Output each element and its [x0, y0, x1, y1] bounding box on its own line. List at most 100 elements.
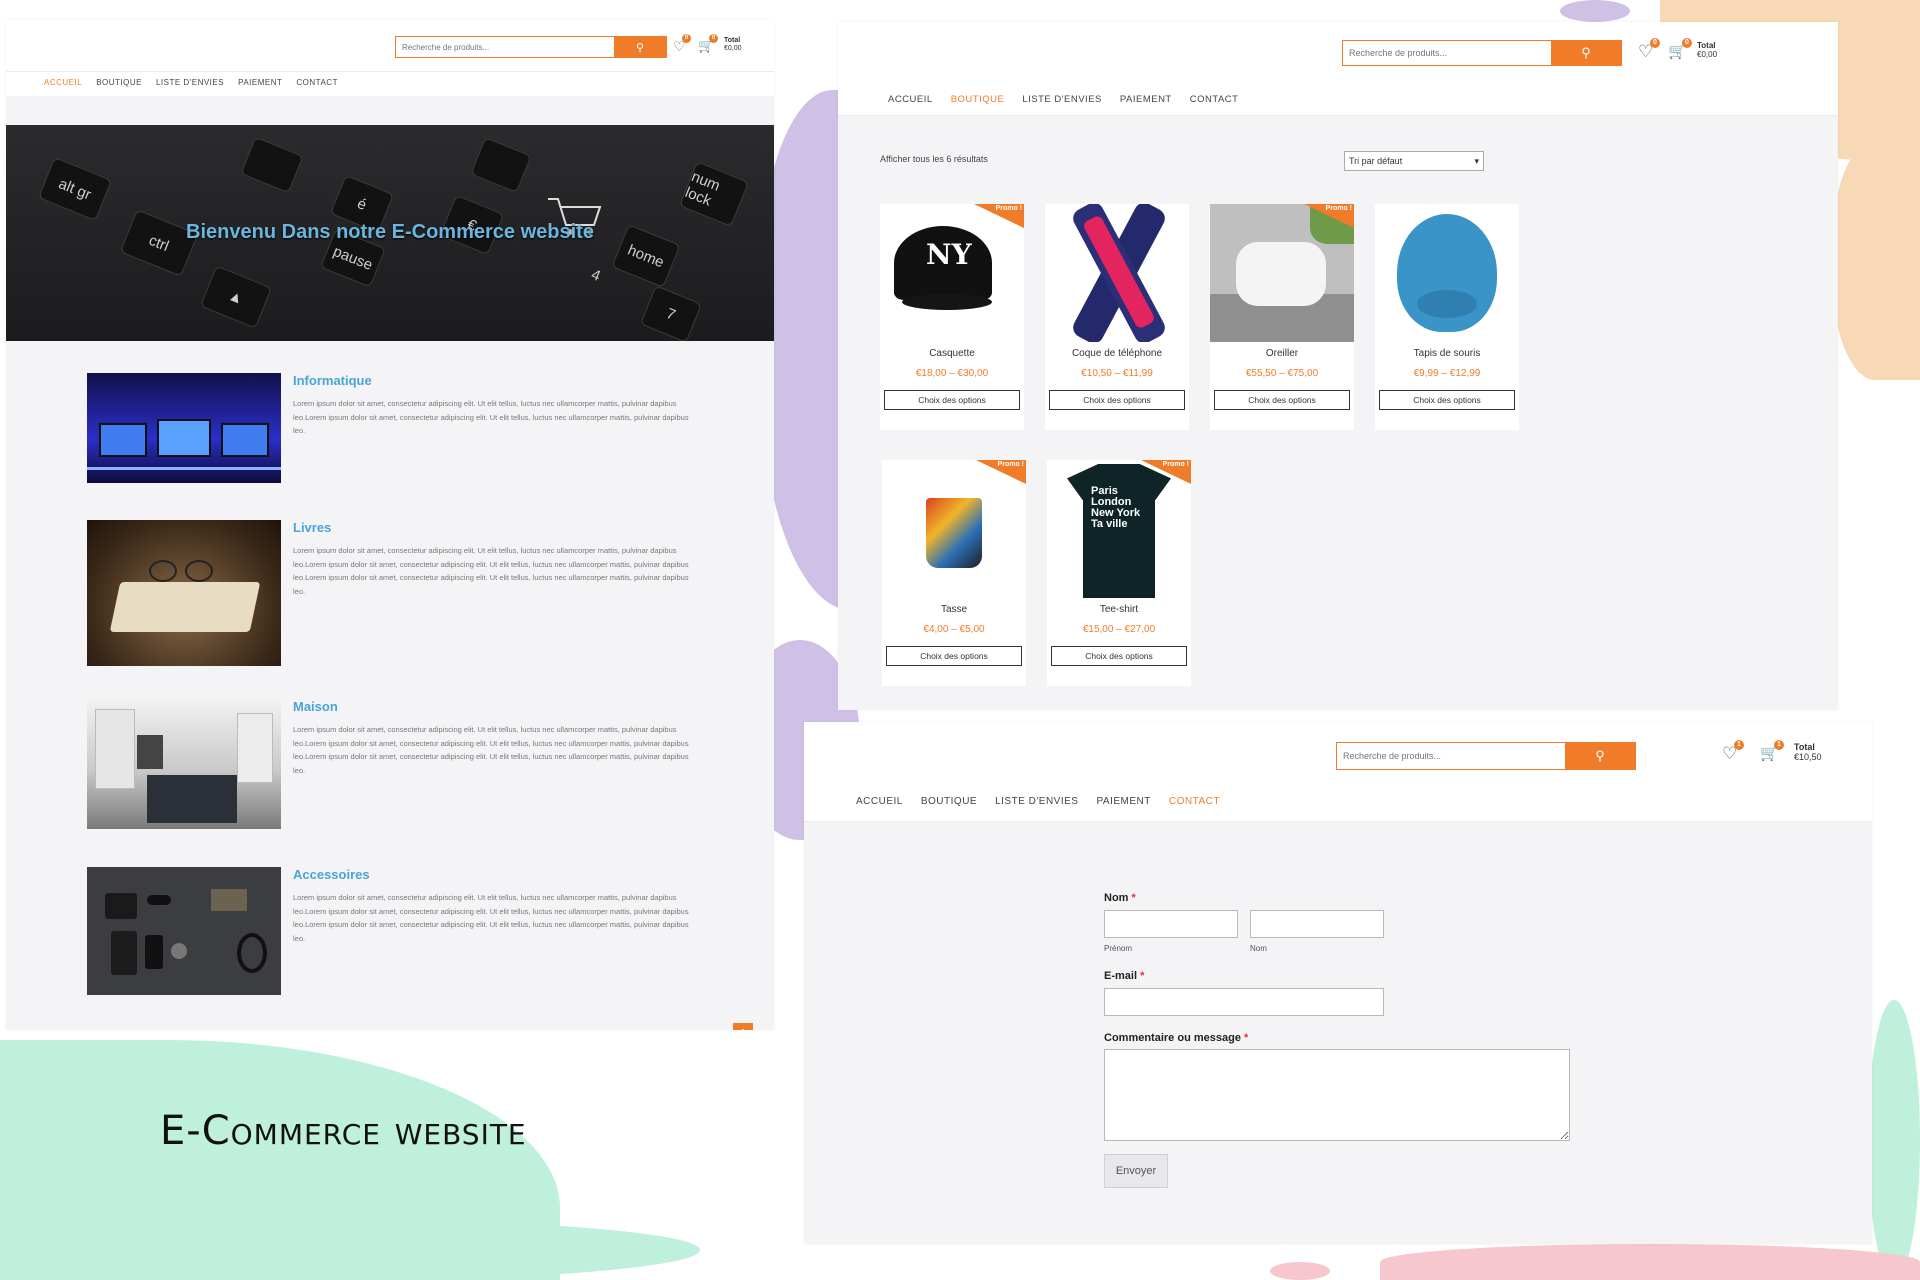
- main-nav: Accueil Boutique Liste d'envies Paiement…: [804, 784, 1872, 822]
- product-card[interactable]: Paris London New York Ta ville Promo ! T…: [1047, 460, 1191, 686]
- nav-paiement[interactable]: Paiement: [1096, 796, 1150, 807]
- nav-boutique[interactable]: Boutique: [951, 94, 1005, 105]
- scroll-to-top-button[interactable]: ⌃: [733, 1023, 753, 1030]
- category-title[interactable]: Accessoires: [293, 867, 370, 882]
- product-card[interactable]: Coque de téléphone €10,50 – €11,99 Choix…: [1045, 204, 1189, 430]
- product-name[interactable]: Tasse: [882, 604, 1026, 615]
- cart-total: Total €0,00: [724, 37, 742, 52]
- email-label: E-mail *: [1104, 970, 1145, 982]
- shirt-print-text: Paris London New York Ta ville: [1091, 485, 1141, 530]
- category-image: [87, 699, 281, 829]
- product-price: €10,50 – €11,99: [1081, 368, 1153, 379]
- main-nav: Accueil Boutique Liste d'envies Paiement…: [838, 84, 1838, 116]
- wishlist-count-badge: 0: [1650, 38, 1660, 48]
- category-image: [87, 867, 281, 995]
- cart-total: Total €10,50: [1794, 742, 1822, 763]
- name-label: Nom *: [1104, 892, 1136, 904]
- nav-paiement[interactable]: Paiement: [1120, 94, 1172, 105]
- nav-liste-envies[interactable]: Liste d'envies: [995, 796, 1078, 807]
- shop-page-screenshot: ⚲ ♡ 0 🛒 0 Total €0,00 Accueil Boutique L…: [838, 22, 1838, 710]
- search-icon: ⚲: [1581, 45, 1591, 60]
- category-livres: Livres Lorem ipsum dolor sit amet, conse…: [87, 520, 707, 666]
- message-label: Commentaire ou message *: [1104, 1032, 1249, 1044]
- product-image: Paris London New York Ta ville: [1047, 460, 1191, 598]
- product-card[interactable]: NY Promo ! Casquette €18,00 – €30,00 Cho…: [880, 204, 1024, 430]
- product-search: ⚲: [1336, 742, 1636, 770]
- search-button[interactable]: ⚲: [614, 37, 666, 57]
- nav-contact[interactable]: Contact: [1169, 796, 1220, 807]
- product-image: [1210, 204, 1354, 342]
- nav-accueil[interactable]: Accueil: [44, 78, 82, 87]
- product-card[interactable]: Promo ! Oreiller €55,50 – €75,00 Choix d…: [1210, 204, 1354, 430]
- send-button[interactable]: Envoyer: [1104, 1154, 1168, 1188]
- search-icon: ⚲: [1595, 748, 1605, 763]
- cap-logo: NY: [926, 238, 972, 271]
- product-price: €15,00 – €27,00: [1082, 624, 1156, 635]
- keyboard-key: [240, 136, 304, 194]
- product-name[interactable]: Coque de téléphone: [1045, 348, 1189, 359]
- category-title[interactable]: Maison: [293, 699, 338, 714]
- hero-banner: alt gr ctrl num lock home pause 7 4 € é …: [6, 125, 774, 341]
- keyboard-key: alt gr: [38, 156, 112, 222]
- site-header: ⚲ ♡ 1 🛒 1 Total €10,50: [804, 722, 1872, 784]
- nav-contact[interactable]: Contact: [1190, 94, 1239, 105]
- keyboard-key: ▲: [199, 265, 273, 329]
- showcase-title: E-Commerce website: [160, 1108, 527, 1154]
- last-name-sublabel: Nom: [1250, 944, 1267, 953]
- nav-liste-envies[interactable]: Liste d'envies: [156, 78, 224, 87]
- nav-boutique[interactable]: Boutique: [921, 796, 977, 807]
- product-name[interactable]: Tee-shirt: [1047, 604, 1191, 615]
- paint-splash: [1270, 1262, 1330, 1280]
- wishlist-button[interactable]: ♡ 0: [1638, 38, 1660, 62]
- cart-button[interactable]: 🛒 0: [698, 34, 718, 54]
- product-price: €4,00 – €5,00: [923, 624, 985, 635]
- paint-splash: [1560, 0, 1630, 22]
- product-name[interactable]: Casquette: [880, 348, 1024, 359]
- cart-count-badge: 1: [1774, 740, 1784, 750]
- cart-button[interactable]: 🛒 0: [1668, 38, 1692, 60]
- nav-accueil[interactable]: Accueil: [856, 796, 903, 807]
- choose-options-button[interactable]: Choix des options: [1049, 390, 1185, 410]
- product-card[interactable]: Tapis de souris €9,99 – €12,99 Choix des…: [1375, 204, 1519, 430]
- product-image: [1375, 204, 1519, 342]
- choose-options-button[interactable]: Choix des options: [1051, 646, 1187, 666]
- category-accessoires: Accessoires Lorem ipsum dolor sit amet, …: [87, 867, 707, 995]
- wishlist-button[interactable]: ♡ 0: [673, 34, 691, 55]
- chevron-up-icon: ⌃: [738, 1027, 747, 1031]
- contact-page-screenshot: ⚲ ♡ 1 🛒 1 Total €10,50 Accueil Boutique …: [804, 722, 1872, 1244]
- search-input[interactable]: [1343, 41, 1551, 65]
- last-name-input[interactable]: [1250, 910, 1384, 938]
- email-field[interactable]: [1104, 988, 1384, 1016]
- nav-accueil[interactable]: Accueil: [888, 94, 933, 105]
- category-title[interactable]: Livres: [293, 520, 331, 535]
- first-name-input[interactable]: [1104, 910, 1238, 938]
- product-name[interactable]: Oreiller: [1210, 348, 1354, 359]
- nav-liste-envies[interactable]: Liste d'envies: [1022, 94, 1102, 105]
- cart-button[interactable]: 🛒 1: [1760, 740, 1784, 762]
- message-textarea[interactable]: [1104, 1049, 1570, 1141]
- choose-options-button[interactable]: Choix des options: [1214, 390, 1350, 410]
- wishlist-count-badge: 1: [1734, 740, 1744, 750]
- search-button[interactable]: ⚲: [1551, 41, 1621, 65]
- product-price: €55,50 – €75,00: [1245, 368, 1319, 379]
- choose-options-button[interactable]: Choix des options: [1379, 390, 1515, 410]
- search-input[interactable]: [1337, 743, 1565, 769]
- nav-boutique[interactable]: Boutique: [96, 78, 142, 87]
- wishlist-button[interactable]: ♡ 1: [1722, 740, 1744, 764]
- nav-paiement[interactable]: Paiement: [238, 78, 282, 87]
- choose-options-button[interactable]: Choix des options: [884, 390, 1020, 410]
- search-button[interactable]: ⚲: [1565, 743, 1635, 769]
- product-name[interactable]: Tapis de souris: [1375, 348, 1519, 359]
- paint-splash: [1830, 140, 1920, 380]
- choose-options-button[interactable]: Choix des options: [886, 646, 1022, 666]
- keyboard-key: 7: [639, 285, 703, 341]
- category-image: [87, 520, 281, 666]
- product-price: €9,99 – €12,99: [1413, 368, 1481, 379]
- category-title[interactable]: Informatique: [293, 373, 372, 388]
- main-nav: Accueil Boutique Liste d'envies Paiement…: [6, 72, 774, 96]
- sort-select[interactable]: Tri par défaut ▾: [1344, 151, 1484, 171]
- search-input[interactable]: [396, 37, 614, 57]
- nav-contact[interactable]: Contact: [296, 78, 338, 87]
- product-card[interactable]: Promo ! Tasse €4,00 – €5,00 Choix des op…: [882, 460, 1026, 686]
- cart-total-value: €10,50: [1794, 751, 1822, 762]
